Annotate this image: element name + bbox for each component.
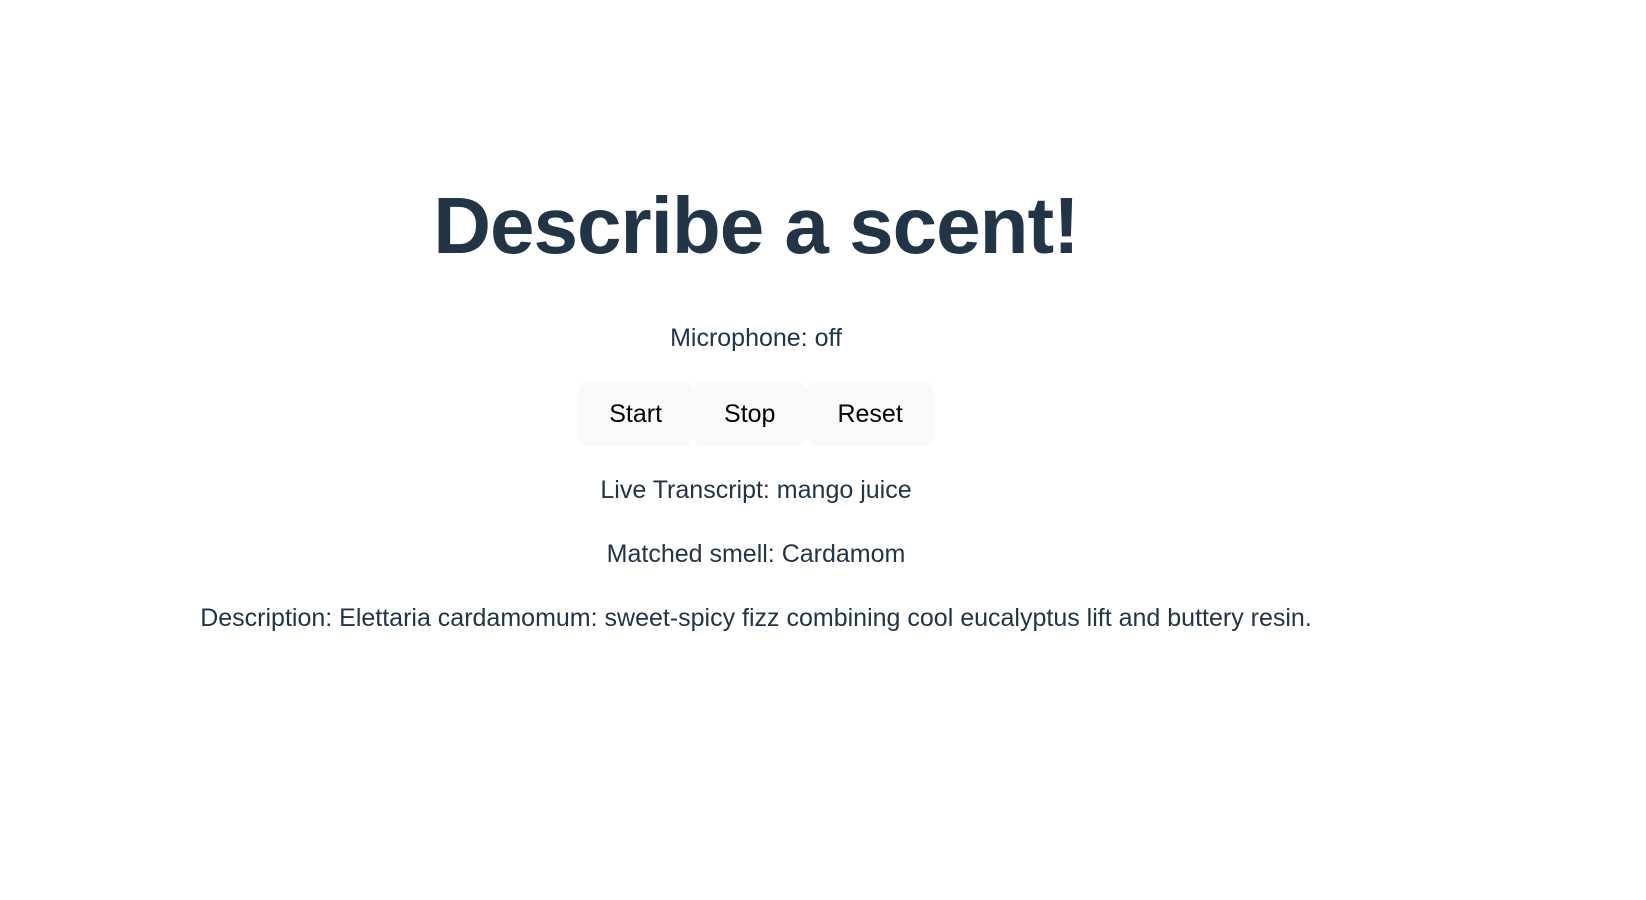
app-page: Describe a scent! Microphone: off Start … [0,0,1646,900]
live-transcript: Live Transcript: mango juice [600,476,912,504]
stop-button[interactable]: Stop [693,382,807,446]
scent-description: Description: Elettaria cardamomum: sweet… [200,604,1312,632]
main-content: Describe a scent! Microphone: off Start … [0,0,1512,634]
matched-smell: Matched smell: Cardamom [606,540,906,568]
start-button[interactable]: Start [578,382,694,446]
page-title: Describe a scent! [433,181,1080,270]
control-buttons: Start Stop Reset [578,382,934,446]
reset-button[interactable]: Reset [806,382,934,446]
microphone-status: Microphone: off [670,324,842,352]
